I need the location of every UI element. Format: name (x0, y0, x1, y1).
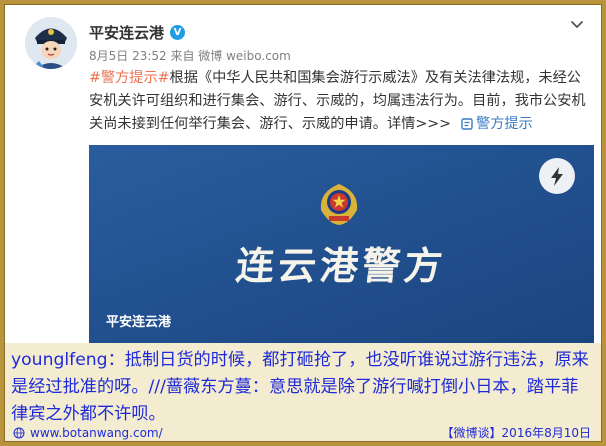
site-link[interactable]: www.botanwang.com/ (13, 425, 163, 441)
topic-tag-label: 警方提示 (476, 116, 533, 132)
post-meta: 8月5日 23:52 来自 微博 weibo.com (89, 49, 291, 63)
video-caption: 平安连云港 (106, 315, 172, 330)
police-avatar-icon (25, 17, 77, 69)
footer-bar: www.botanwang.com/ 【微博谈】2016年8月10日 (5, 425, 601, 441)
police-emblem-icon (320, 184, 358, 225)
more-link[interactable]: 详情>>> (387, 116, 451, 132)
comment-text: younglfeng：抵制日货的时候，都打砸抢了，也没听谁说过游行违法，原来是经… (5, 343, 601, 427)
verified-icon: V (170, 24, 186, 40)
video-title-calligraphy: 连云港警方 (233, 243, 449, 288)
author-name[interactable]: 平安连云港 (89, 22, 164, 43)
flash-button[interactable] (539, 158, 575, 194)
hashtag-link[interactable]: #警方提示# (89, 70, 170, 86)
avatar[interactable] (25, 17, 77, 69)
topic-icon (461, 118, 473, 130)
globe-icon (13, 427, 25, 439)
chevron-down-icon[interactable] (567, 15, 587, 35)
weibo-post-card: 平安连云港 V 8月5日 23:52 来自 微博 weibo.com #警方提示… (5, 5, 601, 343)
source-label: 【微博谈】2016年8月10日 (441, 426, 591, 440)
site-url: www.botanwang.com/ (30, 426, 163, 440)
video-thumbnail[interactable]: 连云港警方 平安连云港 (89, 145, 594, 343)
post-text: #警方提示#根据《中华人民共和国集会游行示威法》及有关法律法规，未经公安机关许可… (89, 67, 594, 136)
lightning-icon (551, 167, 563, 186)
topic-tag-link[interactable]: 警方提示 (451, 116, 533, 132)
author-row: 平安连云港 V (89, 21, 186, 43)
screenshot-frame: 平安连云港 V 8月5日 23:52 来自 微博 weibo.com #警方提示… (4, 4, 602, 442)
